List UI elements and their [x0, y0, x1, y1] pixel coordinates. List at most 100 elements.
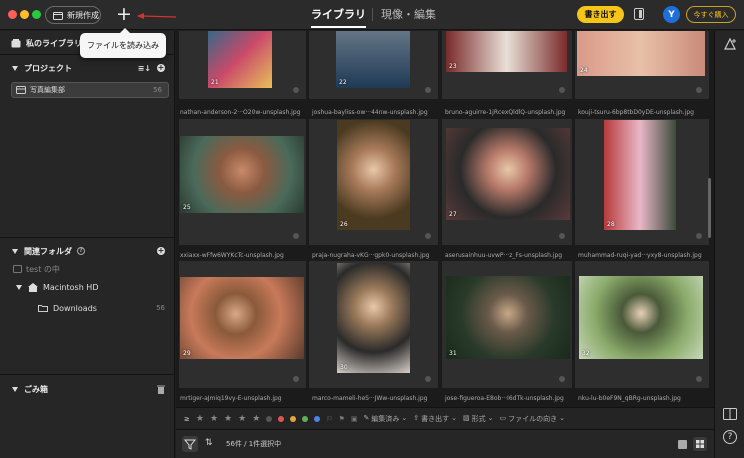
photo-cell[interactable]: 32 — [575, 261, 709, 388]
photo-thumbnail: 25 — [180, 136, 304, 213]
downloads-row[interactable]: Downloads 56 — [0, 301, 175, 315]
photo-filename: muhammad-ruqi-yad···yxy8-unsplash.jpg — [578, 252, 702, 259]
chevron-down-icon — [16, 284, 22, 290]
help-circle-icon[interactable]: ? — [77, 247, 85, 255]
tab-library[interactable]: ライブラリ — [311, 6, 366, 28]
photo-number: 21 — [211, 79, 219, 86]
orientation-label: ファイルの向き — [508, 414, 558, 423]
photo-cell[interactable]: 28 — [575, 119, 709, 245]
flag-icon[interactable]: ⚐ — [326, 415, 332, 423]
add-folder-icon[interactable]: + — [157, 247, 165, 255]
status-dot — [293, 376, 299, 382]
help-icon[interactable]: ? — [723, 430, 737, 444]
edit-adjust-icon[interactable] — [723, 37, 737, 51]
photo-cell[interactable]: 31 — [442, 261, 572, 388]
format-filter[interactable]: ▨ 形式 ⌄ — [463, 414, 494, 424]
filter-button[interactable] — [182, 436, 198, 452]
project-item[interactable]: 写真編集部 56 — [11, 82, 169, 98]
color-label-green[interactable] — [302, 415, 309, 422]
add-project-icon[interactable]: + — [157, 64, 165, 72]
trash-icon[interactable] — [157, 385, 165, 394]
library-icon — [11, 38, 21, 47]
rating-filter-icon[interactable]: ≥ — [184, 415, 190, 423]
trash-header[interactable]: ごみ箱 — [0, 382, 175, 396]
photo-thumbnail: 29 — [180, 277, 304, 359]
photo-number: 25 — [183, 204, 191, 211]
photo-cell[interactable]: 22 — [309, 31, 438, 99]
format-label: 形式 — [471, 414, 486, 423]
new-project-label: 新規作成 — [67, 10, 99, 20]
projects-title: プロジェクト — [24, 63, 72, 73]
sort-icon[interactable]: ≡↓ — [138, 64, 151, 73]
photo-number: 22 — [339, 79, 347, 86]
color-label-none[interactable] — [266, 415, 273, 422]
photo-cell[interactable]: 29 — [179, 261, 306, 388]
export-filter[interactable]: ⇪ 書き出す ⌄ — [413, 414, 457, 424]
edited-filter[interactable]: ✎ 編集済み ⌄ — [363, 414, 407, 424]
photo-number: 31 — [449, 350, 457, 357]
photo-filename: marco-mameli-heS···JWw-unsplash.jpg — [312, 395, 428, 402]
photo-number: 29 — [183, 350, 191, 357]
photo-cell[interactable]: 21 — [179, 31, 306, 99]
single-view-icon[interactable] — [678, 440, 687, 449]
photo-number: 32 — [582, 350, 590, 357]
tab-divider — [372, 8, 373, 21]
status-dot — [425, 233, 431, 239]
status-dot — [696, 233, 702, 239]
folder-plus-icon — [53, 11, 63, 20]
photo-thumbnail: 28 — [604, 120, 676, 230]
star-icon[interactable]: ★ — [224, 414, 232, 424]
star-icon[interactable]: ★ — [252, 414, 260, 424]
projects-header[interactable]: プロジェクト ≡↓ + — [0, 61, 175, 75]
new-project-button[interactable]: 新規作成 — [45, 6, 101, 24]
sort-order-icon[interactable]: ⇅ — [205, 438, 213, 448]
title-bar: 新規作成 + ライブラリ 現像・編集 書き出す Y 今すぐ購入 — [0, 0, 744, 30]
sidebar-divider — [0, 374, 175, 375]
photo-cell[interactable]: 27 — [442, 119, 572, 245]
book-icon[interactable] — [723, 408, 737, 420]
color-label-orange[interactable] — [290, 415, 297, 422]
photo-number: 28 — [607, 221, 615, 228]
star-icon[interactable]: ★ — [196, 414, 204, 424]
window-close-button[interactable] — [8, 10, 17, 19]
import-plus-button[interactable]: + — [115, 4, 133, 24]
related-folders-header[interactable]: 関連フォルダ ? + — [0, 244, 175, 258]
photo-number: 23 — [449, 63, 457, 70]
color-label-red[interactable] — [278, 415, 285, 422]
photo-thumbnail: 23 — [446, 31, 567, 72]
macintosh-hd-label: Macintosh HD — [43, 282, 99, 292]
status-dot — [696, 376, 702, 382]
sidebar: 私のライブラリ プロジェクト ≡↓ + 写真編集部 56 関連フォルダ ? + … — [0, 31, 175, 458]
star-icon[interactable]: ★ — [238, 414, 246, 424]
grid-scrollbar[interactable] — [708, 178, 711, 238]
panel-toggle-icon[interactable] — [634, 8, 644, 20]
chevron-down-icon: ⌄ — [559, 413, 565, 422]
window-minimize-button[interactable] — [20, 10, 29, 19]
orientation-filter[interactable]: ▭ ファイルの向き ⌄ — [499, 414, 565, 424]
flag-reject-icon[interactable]: ⚑ — [339, 415, 345, 423]
tab-develop[interactable]: 現像・編集 — [381, 6, 436, 22]
buy-now-button[interactable]: 今すぐ購入 — [686, 6, 736, 23]
downloads-count: 56 — [156, 304, 165, 312]
export-filter-label: 書き出す — [421, 414, 450, 423]
photo-cell[interactable]: 25 — [179, 119, 306, 245]
window-zoom-button[interactable] — [32, 10, 41, 19]
photo-filename: nathan-anderson-2···O20w-unsplash.jpg — [180, 109, 301, 116]
macintosh-hd-row[interactable]: Macintosh HD — [0, 280, 175, 294]
photo-cell[interactable]: 30 — [309, 261, 438, 388]
photo-cell[interactable]: 24 — [575, 31, 709, 99]
project-item-label: 写真編集部 — [30, 86, 65, 94]
avatar[interactable]: Y — [663, 6, 680, 23]
photo-cell[interactable]: 23 — [442, 31, 572, 99]
color-label-blue[interactable] — [314, 415, 321, 422]
pencil-icon: ✎ — [363, 413, 370, 422]
export-button[interactable]: 書き出す — [577, 6, 624, 23]
star-icon[interactable]: ★ — [210, 414, 218, 424]
photo-cell[interactable]: 26 — [309, 119, 438, 245]
photo-filename: jose-figueroa-E8ob···I6dTk-unsplash.jpg — [445, 395, 564, 402]
selection-status: 56件 / 1件選択中 — [226, 440, 282, 448]
grid-view-button[interactable] — [693, 437, 707, 451]
status-dot — [293, 233, 299, 239]
image-icon: ▨ — [462, 413, 470, 422]
tag-icon[interactable]: ▣ — [351, 415, 358, 423]
